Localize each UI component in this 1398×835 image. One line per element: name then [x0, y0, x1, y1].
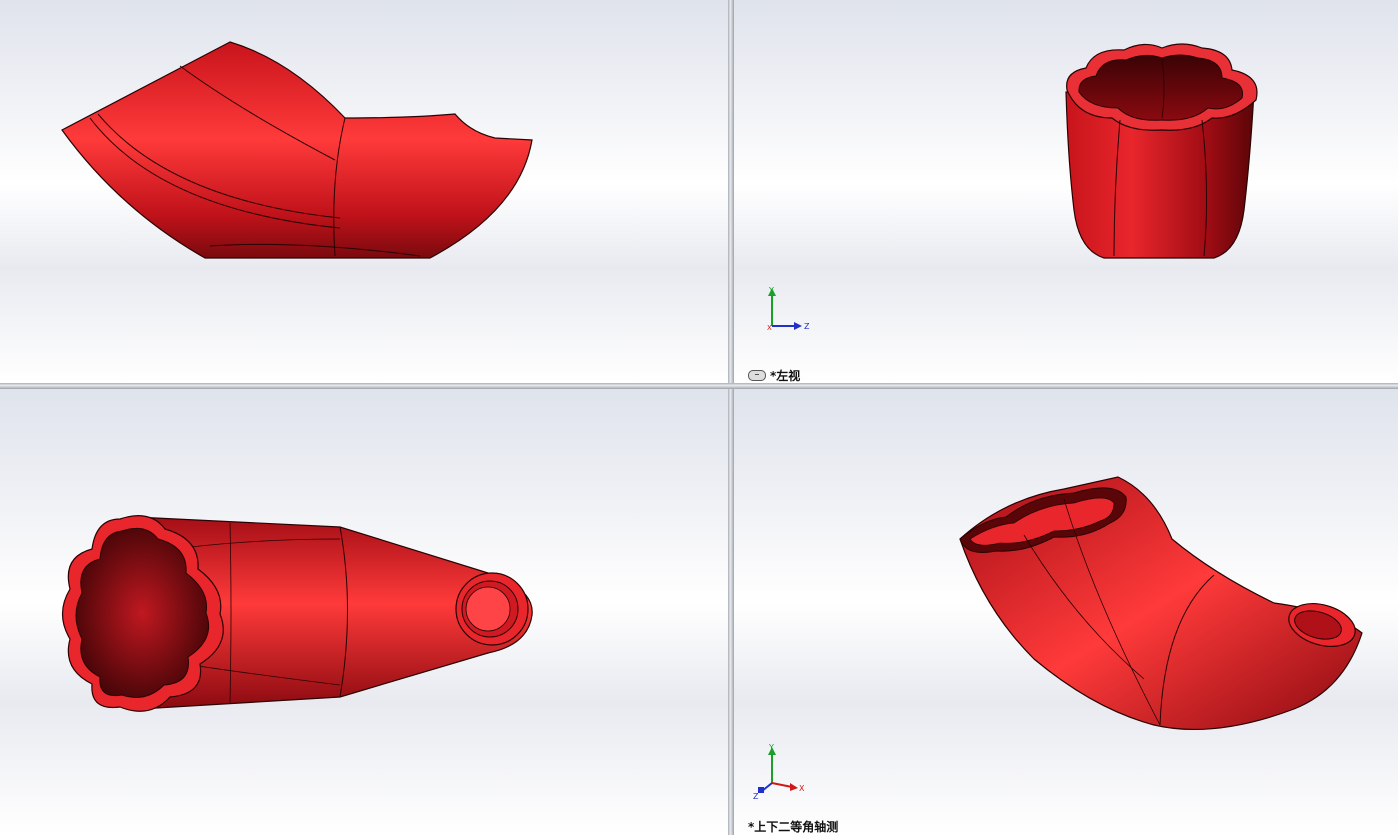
viewport-top-left[interactable] — [0, 0, 728, 383]
view-label-left: *左视 — [748, 367, 800, 383]
triad-y-label: Y — [768, 743, 774, 752]
viewport-top-right[interactable]: Y Z X *左视 — [734, 0, 1398, 383]
view-label-isometric: *上下二等角轴测 — [748, 818, 838, 835]
viewport-bottom-right[interactable]: Y X Z *上下二等角轴测 — [734, 389, 1398, 835]
coordinate-triad-isometric: Y X Z — [753, 743, 805, 801]
part-model-top-view[interactable] — [0, 389, 728, 835]
link-icon[interactable] — [748, 370, 766, 381]
view-name-isometric: *上下二等角轴测 — [748, 820, 839, 834]
triad-y-label: Y — [768, 286, 774, 295]
coordinate-triad-left-view: Y Z X — [767, 286, 810, 332]
part-model-front-view[interactable] — [0, 0, 728, 383]
graphics-area[interactable]: Y Z X *左视 Y X Z *上下二等角轴测 — [0, 0, 1398, 835]
triad-z-label: Z — [804, 322, 810, 331]
view-name-left: *左视 — [770, 369, 801, 383]
viewport-splitter-vertical[interactable] — [728, 0, 734, 835]
viewport-splitter-horizontal[interactable] — [0, 383, 1398, 389]
viewport-bottom-left[interactable] — [0, 389, 728, 835]
triad-x-label: X — [767, 324, 772, 332]
triad-x-label: X — [799, 784, 805, 793]
triad-z-label: Z — [753, 792, 759, 801]
